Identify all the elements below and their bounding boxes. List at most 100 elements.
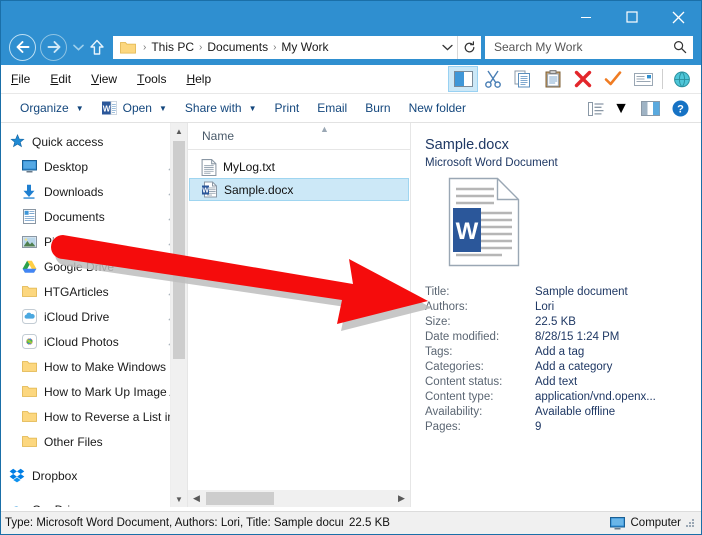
rename-icon[interactable] — [628, 66, 658, 92]
sidebar-item-onedrive[interactable]: OneDrive — [1, 497, 187, 507]
nav-pane-scrollbar[interactable]: ▲ ▼ — [170, 123, 187, 507]
close-button[interactable] — [655, 1, 701, 33]
scroll-down-arrow[interactable]: ▼ — [171, 491, 187, 507]
breadcrumb-bar[interactable]: › This PC › Documents › My Work — [113, 36, 481, 59]
preview-pane-toggle-icon[interactable] — [448, 66, 478, 92]
property-value[interactable]: Sample document — [535, 284, 656, 299]
up-button[interactable] — [86, 35, 108, 60]
sidebar-item-other-files[interactable]: Other Files — [1, 429, 187, 454]
sidebar-item-label: Pictures — [44, 235, 87, 249]
desktop-icon — [21, 159, 37, 175]
command-share-with[interactable]: Share with ▼ — [176, 94, 266, 123]
property-row-content-type: Content type: application/vnd.openx... — [425, 389, 656, 404]
property-key: Content status: — [425, 374, 535, 389]
file-row-sample[interactable]: W Sample.docx — [189, 178, 409, 201]
scroll-left-arrow[interactable]: ◀ — [188, 493, 205, 504]
command-burn[interactable]: Burn — [356, 94, 399, 123]
breadcrumb-item-2[interactable]: My Work — [281, 40, 328, 54]
details-pane: Sample.docx Microsoft Word Document W Ti… — [410, 123, 701, 507]
property-value[interactable]: Add a tag — [535, 344, 656, 359]
navigation-pane[interactable]: Quick access Desktop Downloads — [1, 123, 187, 507]
toolbar-divider — [662, 69, 663, 89]
search-input[interactable] — [486, 40, 668, 54]
sidebar-item-how-to-reverse-a-list[interactable]: How to Reverse a List in M — [1, 404, 187, 429]
maximize-button[interactable] — [609, 1, 655, 33]
property-key: Availability: — [425, 404, 535, 419]
sidebar-item-downloads[interactable]: Downloads — [1, 179, 187, 204]
command-new-folder[interactable]: New folder — [400, 94, 475, 123]
back-button[interactable] — [9, 34, 36, 61]
menu-item-view[interactable]: View — [81, 65, 127, 93]
property-key: Pages: — [425, 419, 535, 434]
file-row-mylog[interactable]: MyLog.txt — [189, 156, 409, 178]
chevron-down-icon[interactable] — [71, 35, 85, 60]
sidebar-item-quick-access[interactable]: Quick access — [1, 129, 187, 154]
property-row-pages: Pages: 9 — [425, 419, 656, 434]
command-label: Organize — [20, 101, 69, 115]
sidebar-item-icloud-drive[interactable]: iCloud Drive — [1, 304, 187, 329]
globe-icon[interactable] — [667, 66, 697, 92]
sidebar-item-dropbox[interactable]: Dropbox — [1, 463, 187, 488]
sidebar-item-pictures[interactable]: Pictures — [1, 229, 187, 254]
chevron-down-icon: ▼ — [613, 100, 629, 118]
sidebar-item-label: How to Mark Up Image At — [44, 385, 181, 399]
property-row-tags: Tags: Add a tag — [425, 344, 656, 359]
scrollbar-thumb[interactable] — [206, 492, 274, 505]
paste-icon[interactable] — [538, 66, 568, 92]
refresh-icon[interactable] — [457, 36, 480, 59]
breadcrumb: › This PC › Documents › My Work — [118, 40, 437, 54]
word-document-thumbnail: W — [447, 177, 701, 272]
address-dropdown-icon[interactable] — [437, 36, 457, 59]
file-list-horizontal-scrollbar[interactable]: ◀ ▶ — [188, 490, 410, 507]
sidebar-item-htgarticles[interactable]: HTGArticles — [1, 279, 187, 304]
delete-icon[interactable] — [568, 66, 598, 92]
breadcrumb-item-1[interactable]: Documents — [207, 40, 268, 54]
command-label: Print — [275, 101, 300, 115]
sidebar-item-label: Documents — [44, 210, 105, 224]
command-email[interactable]: Email — [308, 94, 356, 123]
menu-item-edit[interactable]: Edit — [40, 65, 81, 93]
property-value[interactable]: Add a category — [535, 359, 656, 374]
cut-icon[interactable] — [478, 66, 508, 92]
sidebar-item-label: Google Drive — [44, 260, 114, 274]
copy-icon[interactable] — [508, 66, 538, 92]
menu-toolbar — [448, 65, 701, 93]
property-row-availability: Availability: Available offline — [425, 404, 656, 419]
help-icon[interactable]: ? — [666, 94, 695, 123]
scroll-up-arrow[interactable]: ▲ — [171, 123, 187, 139]
resize-grip-icon[interactable] — [685, 518, 695, 528]
menu-item-help[interactable]: Help — [176, 65, 221, 93]
sidebar-item-how-to-make-windows-10[interactable]: How to Make Windows 10 — [1, 354, 187, 379]
forward-button[interactable] — [40, 34, 67, 61]
status-size: 22.5 KB — [343, 517, 390, 529]
minimize-button[interactable] — [563, 1, 609, 41]
command-open[interactable]: W Open ▼ — [93, 94, 176, 123]
details-file-name: Sample.docx — [425, 137, 701, 153]
sidebar-item-how-to-mark-up-image[interactable]: How to Mark Up Image At — [1, 379, 187, 404]
view-options-icon[interactable]: ▼ — [582, 94, 635, 123]
sidebar-item-google-drive[interactable]: Google Drive — [1, 254, 187, 279]
file-list-pane[interactable]: Name ▲ MyLog.txt — [187, 123, 410, 507]
onedrive-icon — [9, 502, 25, 508]
preview-pane-icon[interactable] — [635, 94, 666, 123]
sidebar-item-documents[interactable]: Documents — [1, 204, 187, 229]
property-row-size: Size: 22.5 KB — [425, 314, 656, 329]
menu-item-file[interactable]: File — [1, 65, 40, 93]
column-header-name[interactable]: Name ▲ — [188, 123, 410, 150]
search-icon — [668, 40, 692, 54]
svg-text:W: W — [202, 188, 209, 195]
scrollbar-thumb[interactable] — [173, 141, 185, 359]
property-value[interactable]: Lori — [535, 299, 656, 314]
check-icon[interactable] — [598, 66, 628, 92]
command-organize[interactable]: Organize ▼ — [11, 94, 93, 123]
sidebar-item-desktop[interactable]: Desktop — [1, 154, 187, 179]
breadcrumb-item-0[interactable]: This PC — [151, 40, 194, 54]
scroll-right-arrow[interactable]: ▶ — [393, 493, 410, 504]
main-content: Quick access Desktop Downloads — [1, 123, 701, 507]
sidebar-item-icloud-photos[interactable]: iCloud Photos — [1, 329, 187, 354]
property-value[interactable]: Add text — [535, 374, 656, 389]
menu-item-tools[interactable]: Tools — [127, 65, 176, 93]
folder-icon — [21, 284, 37, 300]
command-print[interactable]: Print — [266, 94, 309, 123]
property-key: Title: — [425, 284, 535, 299]
